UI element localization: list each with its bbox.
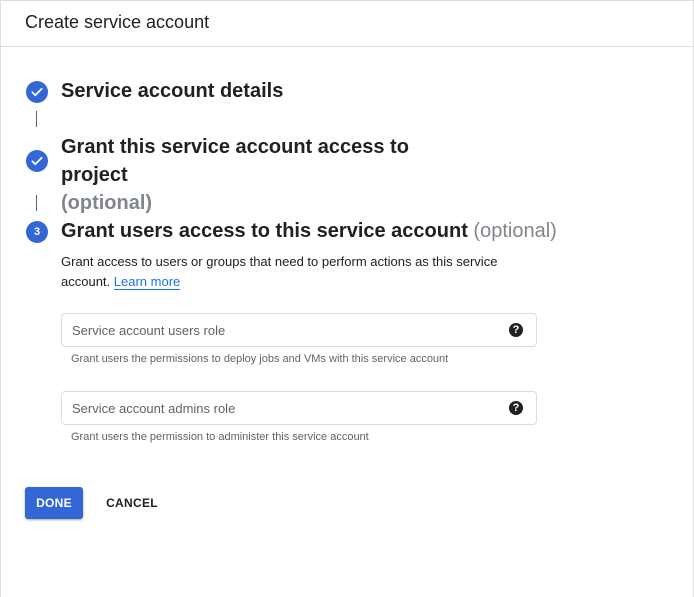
step-3-title: Grant users access to this service accou… (61, 220, 557, 242)
step-3-description: Grant access to users or groups that nee… (61, 254, 498, 290)
done-button[interactable]: DONE (25, 487, 83, 519)
cancel-button[interactable]: CANCEL (99, 487, 165, 519)
step-connector (36, 111, 37, 127)
users-role-field[interactable]: ? (61, 313, 537, 347)
users-role-input[interactable] (62, 314, 502, 346)
admins-role-hint: Grant users the permission to administer… (71, 431, 369, 443)
help-icon[interactable]: ? (509, 401, 523, 415)
page-title: Create service account (25, 12, 210, 32)
users-role-hint: Grant users the permissions to deploy jo… (71, 353, 449, 365)
step-1-title[interactable]: Service account details (61, 77, 283, 105)
help-icon[interactable]: ? (509, 323, 523, 337)
admins-role-field[interactable]: ? (61, 391, 537, 425)
optional-label: (optional) (61, 192, 153, 214)
check-icon (26, 150, 48, 172)
admins-role-input[interactable] (62, 392, 502, 424)
learn-more-link[interactable]: Learn more (113, 274, 181, 290)
step-2-title[interactable]: Grant this service account access to pro… (61, 133, 481, 217)
dialog-header: Create service account (0, 0, 694, 47)
step-3-number-badge: 3 (26, 221, 48, 243)
optional-label: (optional) (473, 220, 557, 242)
check-icon (26, 81, 48, 103)
step-connector (36, 195, 37, 211)
